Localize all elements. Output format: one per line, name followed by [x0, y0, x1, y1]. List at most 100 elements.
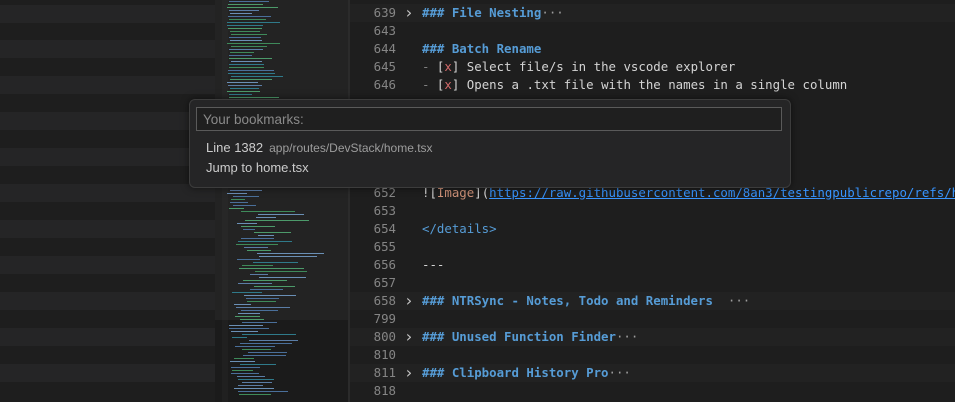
code-line[interactable]: 658 › ### NTRSync - Notes, Todo and Remind… — [350, 292, 955, 310]
minimap-line — [255, 217, 277, 218]
minimap-line — [229, 190, 262, 191]
code-line[interactable]: 654 </details> — [350, 220, 955, 238]
line-number: 799 — [373, 311, 396, 326]
minimap-line — [246, 298, 279, 299]
bookmark-search-input[interactable] — [196, 107, 782, 131]
minimap-line — [230, 202, 249, 203]
minimap-line — [243, 280, 287, 281]
minimap-line — [235, 307, 291, 308]
minimap-line — [233, 304, 251, 305]
minimap-line — [229, 325, 264, 326]
editor[interactable]: 639 › ### File Nesting··· 643 644 ### Batch R… — [350, 0, 955, 402]
line-number: 646 — [373, 77, 396, 92]
minimap-line — [227, 25, 264, 26]
fold-chevron-icon[interactable]: › — [404, 4, 414, 22]
code-text: - [x] Select file/s in the vscode explor… — [422, 59, 736, 74]
minimap-line — [241, 265, 274, 266]
code-line[interactable]: 818 — [350, 382, 955, 400]
minimap-line — [229, 19, 267, 20]
code-line[interactable]: 800 › ### Unused Function Finder··· — [350, 328, 955, 346]
minimap-line — [242, 355, 286, 356]
code-text: - [x] Opens a .txt file with the names i… — [422, 77, 848, 92]
minimap-line — [228, 97, 280, 98]
minimap-line — [241, 349, 272, 350]
code-line[interactable]: 810 — [350, 346, 955, 364]
minimap-line — [245, 220, 310, 221]
minimap-line — [227, 7, 279, 8]
minimap-line — [227, 70, 274, 71]
minimap-line — [253, 232, 291, 233]
minimap-line — [230, 46, 267, 47]
line-number: 656 — [373, 257, 396, 272]
minimap-line — [227, 193, 247, 194]
minimap-line — [229, 49, 264, 50]
code-line[interactable]: 644 ### Batch Rename — [350, 40, 955, 58]
code-line[interactable]: 653 — [350, 202, 955, 220]
minimap-line — [230, 76, 284, 77]
fold-chevron-icon[interactable]: › — [404, 328, 414, 346]
left-panel — [0, 0, 215, 402]
minimap-line — [228, 73, 275, 74]
minimap-line — [233, 358, 254, 359]
minimap-line — [254, 271, 308, 272]
minimap-line — [240, 343, 292, 344]
bookmark-item[interactable]: Line 1382 app/routes/DevStack/home.tsx — [206, 140, 433, 155]
line-number: 810 — [373, 347, 396, 362]
minimap-line — [227, 85, 262, 86]
code-text: ### Batch Rename — [422, 41, 542, 56]
minimap-line — [247, 352, 287, 353]
minimap-line — [229, 52, 255, 53]
fold-chevron-icon[interactable]: › — [404, 292, 414, 310]
minimap-line — [243, 247, 268, 248]
minimap-line — [257, 214, 304, 215]
minimap-line — [228, 55, 252, 56]
minimap[interactable] — [215, 0, 350, 402]
minimap-line — [231, 373, 260, 374]
minimap-line — [230, 367, 260, 368]
minimap-line — [241, 310, 278, 311]
code-line[interactable]: 657 — [350, 274, 955, 292]
minimap-line — [231, 292, 262, 293]
code-line[interactable]: 655 — [350, 238, 955, 256]
minimap-line — [230, 61, 263, 62]
fold-chevron-icon[interactable]: › — [404, 364, 414, 382]
minimap-line — [257, 235, 274, 236]
minimap-line — [232, 196, 260, 197]
bookmark-path: app/routes/DevStack/home.tsx — [269, 141, 433, 155]
code-line[interactable]: 643 — [350, 22, 955, 40]
bookmark-line-label: Line 1382 — [206, 140, 264, 155]
panel-stripe — [0, 40, 215, 58]
code-line[interactable]: 646 - [x] Opens a .txt file with the name… — [350, 76, 955, 94]
minimap-line — [227, 4, 264, 5]
line-number: 818 — [373, 383, 396, 398]
minimap-line — [227, 82, 259, 83]
minimap-line — [242, 334, 296, 335]
minimap-line — [230, 34, 267, 35]
minimap-line — [239, 364, 276, 365]
code-line[interactable]: 645 - [x] Select file/s in the vscode exp… — [350, 58, 955, 76]
minimap-line — [250, 289, 284, 290]
minimap-line — [244, 295, 297, 296]
line-number: 639 — [373, 5, 396, 20]
minimap-line — [232, 205, 256, 206]
minimap-line — [238, 394, 271, 395]
minimap-line — [227, 91, 260, 92]
minimap-line — [235, 316, 260, 317]
minimap-line — [230, 331, 258, 332]
code-line[interactable]: 656 --- — [350, 256, 955, 274]
panel-stripe — [0, 148, 215, 166]
minimap-line — [240, 238, 274, 239]
code-line[interactable]: 811 › ### Clipboard History Pro··· — [350, 364, 955, 382]
minimap-line — [228, 64, 265, 65]
code-text: ### NTRSync - Notes, Todo and Reminders … — [422, 293, 751, 308]
code-line[interactable]: 639 › ### File Nesting··· — [350, 4, 955, 22]
minimap-line — [238, 379, 274, 380]
minimap-line — [227, 28, 263, 29]
minimap-line — [238, 313, 260, 314]
panel-stripe — [0, 184, 215, 202]
minimap-line — [253, 262, 299, 263]
panel-stripe — [0, 76, 215, 94]
panel-stripe — [0, 220, 215, 238]
code-line[interactable]: 799 — [350, 310, 955, 328]
minimap-line — [237, 223, 257, 224]
